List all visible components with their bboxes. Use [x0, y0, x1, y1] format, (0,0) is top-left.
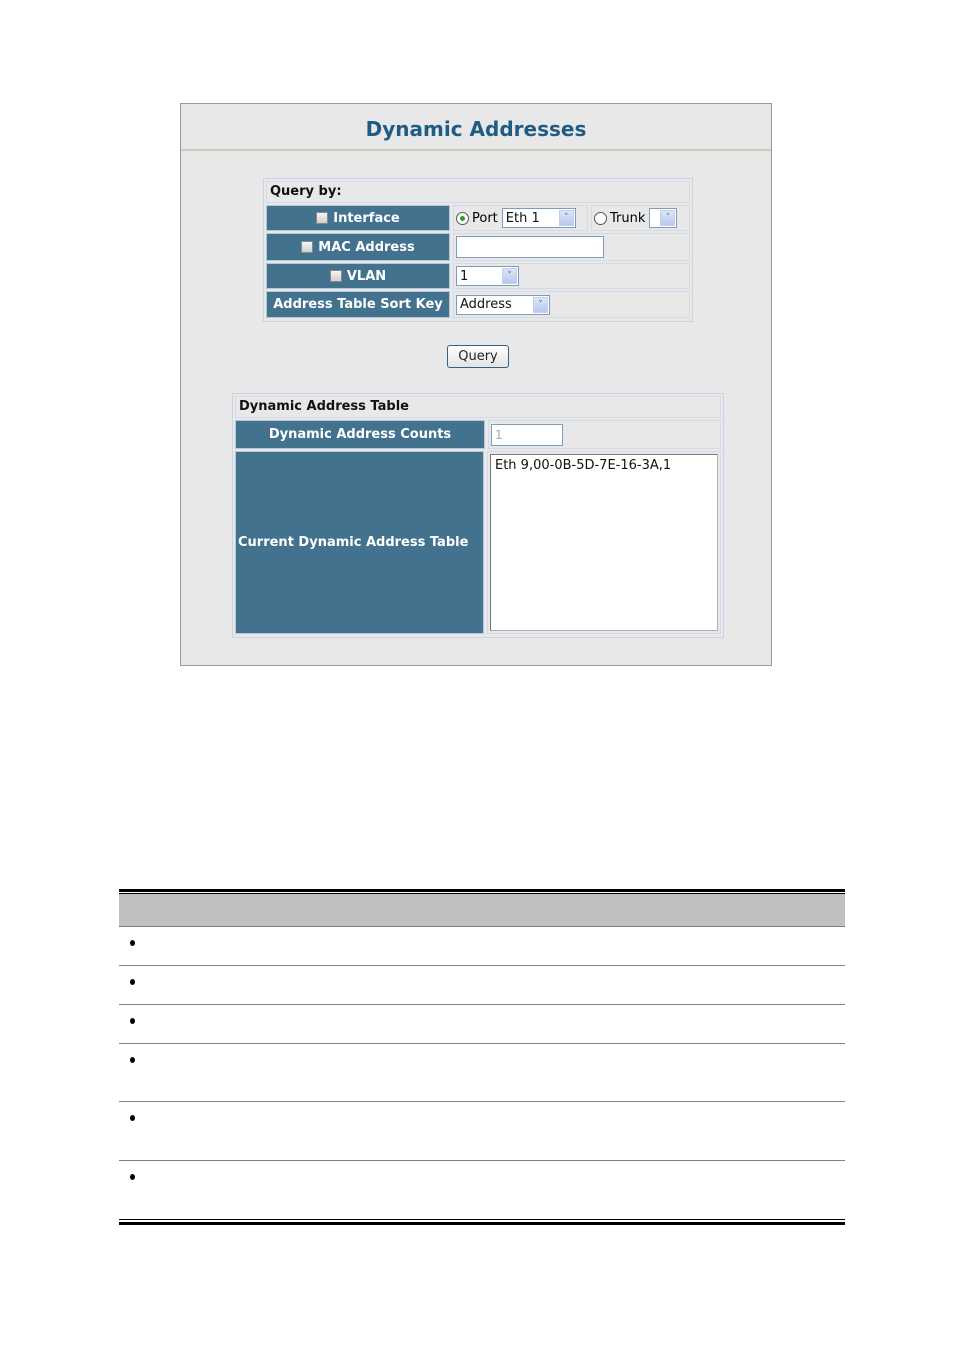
counts-label: Dynamic Address Counts — [268, 427, 452, 442]
bullet-icon — [130, 1018, 135, 1024]
current-label: Current Dynamic Address Table — [238, 535, 469, 550]
trunk-cell: Trunk ˅ — [591, 205, 690, 231]
table-row — [119, 1005, 845, 1044]
vlan-select-value: 1 — [460, 268, 469, 284]
mac-label: MAC Address — [318, 239, 415, 255]
sort-key-cell: Address ˅ — [453, 291, 690, 318]
query-caption: Query by: — [266, 181, 690, 203]
port-select-value: Eth 1 — [505, 210, 540, 226]
sort-key-label-cell: Address Table Sort Key — [266, 291, 450, 318]
chevron-down-icon: ˅ — [558, 210, 574, 226]
vlan-row: VLAN 1 ˅ — [266, 263, 690, 289]
port-cell: Port Eth 1 ˅ — [453, 205, 588, 231]
sort-key-row: Address Table Sort Key Address ˅ — [266, 291, 690, 318]
current-cell: Eth 9,00-0B-5D-7E-16-3A,1 — [487, 451, 721, 634]
table-bottom-rule-thin — [119, 1219, 845, 1220]
address-list-box[interactable]: Eth 9,00-0B-5D-7E-16-3A,1 — [490, 454, 718, 631]
table-row — [119, 1044, 845, 1102]
port-label: Port — [472, 210, 498, 226]
table-row — [119, 966, 845, 1005]
interface-label-cell: Interface — [266, 205, 450, 231]
current-label-cell: Current Dynamic Address Table — [235, 451, 484, 634]
table-top-rule — [119, 889, 845, 892]
vlan-cell: 1 ˅ — [453, 263, 690, 289]
query-button[interactable]: Query — [447, 345, 509, 368]
bullet-icon — [130, 1115, 135, 1121]
results-caption: Dynamic Address Table — [235, 396, 721, 418]
address-entry[interactable]: Eth 9,00-0B-5D-7E-16-3A,1 — [495, 458, 713, 473]
table-bottom-rule — [119, 1222, 845, 1225]
mac-address-input[interactable] — [456, 236, 604, 258]
port-select[interactable]: Eth 1 ˅ — [501, 208, 576, 228]
counts-field: 1 — [491, 423, 563, 446]
table-header-row — [119, 894, 845, 927]
bullet-icon — [130, 1057, 135, 1063]
chevron-down-icon: ˅ — [502, 268, 517, 284]
description-table — [119, 889, 845, 1225]
chevron-down-icon: ˅ — [533, 296, 548, 313]
counts-row: Dynamic Address Counts 1 — [235, 420, 721, 449]
mac-label-cell: MAC Address — [266, 233, 450, 261]
dynamic-address-table: Dynamic Address Table Dynamic Address Co… — [232, 393, 724, 638]
trunk-select[interactable]: ˅ — [649, 208, 678, 228]
counts-cell: 1 — [488, 420, 721, 449]
query-table: Query by: Interface Port Eth 1 ˅ Trunk ˅ — [263, 178, 693, 322]
mac-row: MAC Address — [266, 233, 690, 261]
interface-row: Interface Port Eth 1 ˅ Trunk ˅ — [266, 205, 690, 231]
port-radio[interactable] — [456, 211, 469, 225]
vlan-select[interactable]: 1 ˅ — [456, 266, 519, 286]
sort-key-select-value: Address — [460, 297, 512, 312]
bullet-icon — [130, 1174, 135, 1180]
counts-label-cell: Dynamic Address Counts — [235, 420, 485, 449]
mac-cell — [453, 233, 690, 261]
vlan-checkbox[interactable] — [329, 270, 342, 282]
table-row — [119, 1102, 845, 1161]
interface-checkbox[interactable] — [316, 212, 329, 224]
bullet-icon — [130, 979, 135, 985]
bullet-icon — [130, 940, 135, 946]
mac-checkbox[interactable] — [301, 241, 314, 253]
sort-key-label: Address Table Sort Key — [273, 297, 443, 312]
table-row — [119, 927, 845, 966]
interface-label: Interface — [333, 210, 400, 226]
table-row — [119, 1161, 845, 1219]
sort-key-select[interactable]: Address ˅ — [456, 294, 550, 315]
chevron-down-icon: ˅ — [660, 210, 676, 226]
trunk-radio[interactable] — [594, 211, 607, 225]
trunk-label: Trunk — [610, 210, 646, 226]
page-title: Dynamic Addresses — [181, 104, 771, 151]
dynamic-addresses-panel: Dynamic Addresses Query by: Interface Po… — [180, 103, 772, 666]
vlan-label-cell: VLAN — [266, 263, 450, 289]
current-table-row: Current Dynamic Address Table Eth 9,00-0… — [235, 451, 721, 634]
vlan-label: VLAN — [346, 268, 387, 284]
